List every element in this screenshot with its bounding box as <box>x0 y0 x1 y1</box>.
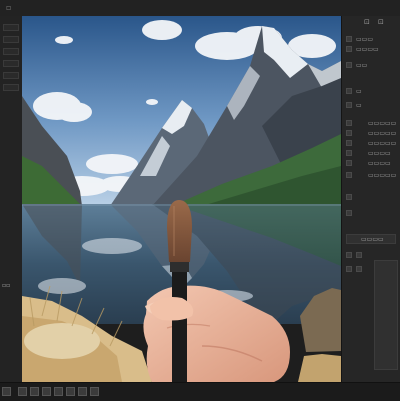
bottom-tool-1[interactable] <box>2 387 11 396</box>
bottom-tool-4[interactable] <box>42 387 51 396</box>
left-small-label: ▫▫ <box>2 282 11 289</box>
option-checkbox-2[interactable] <box>346 210 352 216</box>
bottom-tool-6[interactable] <box>66 387 75 396</box>
layer-thumb-4[interactable] <box>346 88 352 94</box>
layer-label-5[interactable]: ▭ <box>356 102 362 109</box>
layer-thumb-8[interactable] <box>346 140 352 146</box>
bottom-tool-8[interactable] <box>90 387 99 396</box>
bottom-tool-3[interactable] <box>30 387 39 396</box>
layer-label-11[interactable]: ▭▭▭▭▭ <box>368 172 396 179</box>
panel-preview-box[interactable] <box>374 260 398 370</box>
option-checkbox-1[interactable] <box>346 194 352 200</box>
layer-thumb-6[interactable] <box>346 120 352 126</box>
layer-thumb-9[interactable] <box>346 150 352 156</box>
bottom-tool-7[interactable] <box>78 387 87 396</box>
right-panel: ⊡ ⊡ ▭▭▭ ▭▭▭▭ ▭▭ ▭ ▭ ▭▭▭▭▭ ▭▭▭▭▭ ▭▭▭▭▭ ▭▭… <box>341 16 400 382</box>
top-left-tag[interactable]: ▫ <box>6 3 11 12</box>
panel-field[interactable]: ▭▭▭▭ <box>346 234 396 244</box>
layer-thumb-2[interactable] <box>346 46 352 52</box>
layer-label-8[interactable]: ▭▭▭▭▭ <box>368 140 396 147</box>
tool-button-4[interactable] <box>3 60 19 67</box>
tool-button-6[interactable] <box>3 84 19 91</box>
top-bar: ▫ <box>0 0 400 17</box>
bottom-tool-5[interactable] <box>54 387 63 396</box>
layer-label-3[interactable]: ▭▭ <box>356 62 367 69</box>
panel-toggle-1[interactable] <box>346 252 352 258</box>
layer-thumb-7[interactable] <box>346 130 352 136</box>
tool-button-1[interactable] <box>3 24 19 31</box>
layer-label-9[interactable]: ▭▭▭▭ <box>368 150 391 157</box>
panel-toggle-2[interactable] <box>356 252 362 258</box>
bottom-toolbar <box>0 382 400 401</box>
layer-thumb-3[interactable] <box>346 62 352 68</box>
layer-thumb-10[interactable] <box>346 160 352 166</box>
scene-image <box>22 16 341 382</box>
image-canvas[interactable] <box>22 16 341 382</box>
layer-label-1[interactable]: ▭▭▭ <box>356 36 373 43</box>
layer-label-6[interactable]: ▭▭▭▭▭ <box>368 120 396 127</box>
layer-label-7[interactable]: ▭▭▭▭▭ <box>368 130 396 137</box>
panel-header-icon-2[interactable]: ⊡ <box>378 18 384 26</box>
layer-label-2[interactable]: ▭▭▭▭ <box>356 46 379 53</box>
layer-thumb-1[interactable] <box>346 36 352 42</box>
layer-label-10[interactable]: ▭▭▭▭ <box>368 160 391 167</box>
bottom-tool-2[interactable] <box>18 387 27 396</box>
panel-toggle-3[interactable] <box>346 266 352 272</box>
panel-field-label: ▭▭▭▭ <box>361 236 384 243</box>
tool-button-2[interactable] <box>3 36 19 43</box>
panel-header-icon-1[interactable]: ⊡ <box>364 18 370 26</box>
tool-button-3[interactable] <box>3 48 19 55</box>
layer-thumb-11[interactable] <box>346 172 352 178</box>
tool-button-5[interactable] <box>3 72 19 79</box>
layer-thumb-5[interactable] <box>346 102 352 108</box>
panel-toggle-4[interactable] <box>356 266 362 272</box>
left-toolbar: ▫▫ <box>0 16 23 382</box>
layer-label-4[interactable]: ▭ <box>356 88 362 95</box>
